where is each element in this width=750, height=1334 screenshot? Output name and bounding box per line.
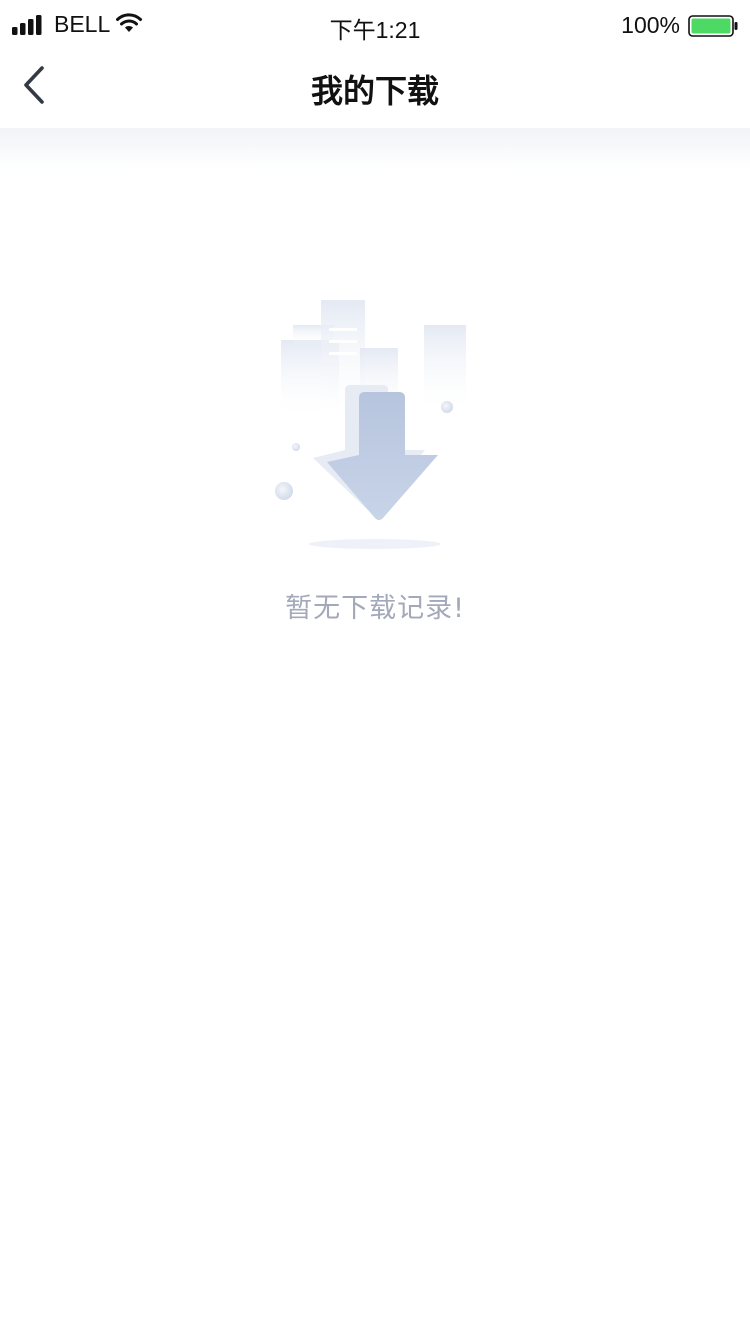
status-bar: BELL 下午1:21 100% xyxy=(0,0,750,52)
screen: BELL 下午1:21 100% 我的下载 暂无下载记录! xyxy=(0,0,750,1334)
battery-icon xyxy=(688,15,738,37)
nav-shadow xyxy=(0,128,750,168)
page-title: 我的下载 xyxy=(310,72,439,110)
download-arrow-illustration xyxy=(275,300,466,549)
battery-percent: 100% xyxy=(621,12,680,38)
nav-bar: 我的下载 xyxy=(0,52,750,128)
empty-state-message: 暂无下载记录! xyxy=(285,593,465,624)
